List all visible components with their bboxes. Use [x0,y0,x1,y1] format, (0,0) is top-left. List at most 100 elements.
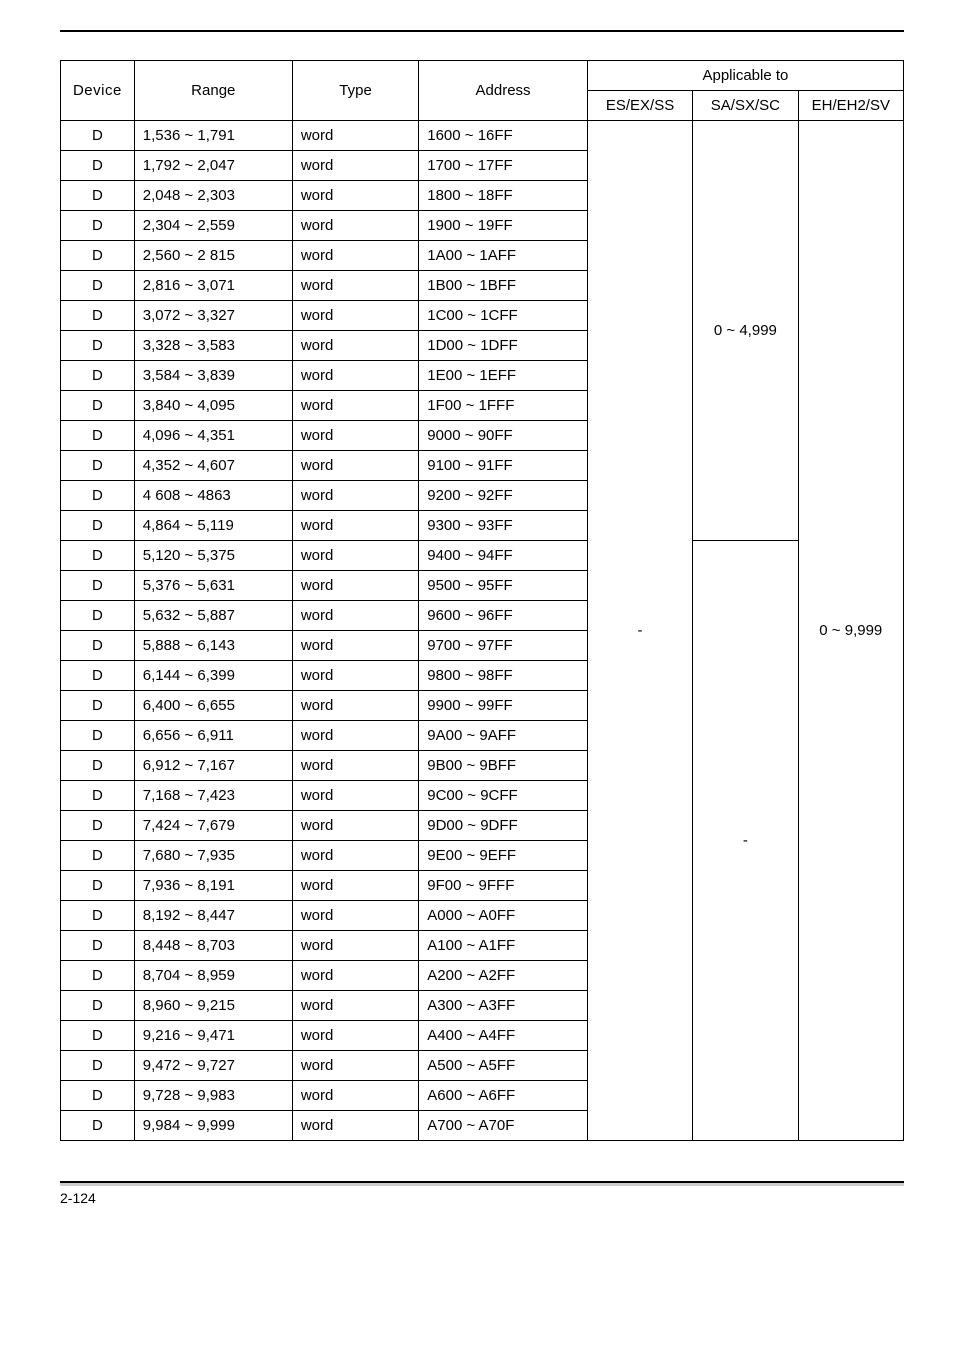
cell-type: word [292,301,418,331]
cell-type: word [292,511,418,541]
cell-address: 9800 ~ 98FF [419,661,588,691]
cell-range: 1,792 ~ 2,047 [134,151,292,181]
cell-address: 9900 ~ 99FF [419,691,588,721]
cell-address: 9D00 ~ 9DFF [419,811,588,841]
cell-address: 9C00 ~ 9CFF [419,781,588,811]
cell-type: word [292,541,418,571]
cell-eh-merged: 0 ~ 9,999 [798,121,903,1141]
cell-type: word [292,991,418,1021]
cell-address: A500 ~ A5FF [419,1051,588,1081]
table-row: D5,120 ~ 5,375word9400 ~ 94FF- [61,541,904,571]
cell-range: 6,144 ~ 6,399 [134,661,292,691]
cell-range: 2,048 ~ 2,303 [134,181,292,211]
cell-range: 7,424 ~ 7,679 [134,811,292,841]
cell-type: word [292,871,418,901]
cell-device: D [61,961,135,991]
cell-range: 3,072 ~ 3,327 [134,301,292,331]
cell-range: 7,936 ~ 8,191 [134,871,292,901]
cell-type: word [292,1081,418,1111]
cell-address: 1F00 ~ 1FFF [419,391,588,421]
cell-range: 3,840 ~ 4,095 [134,391,292,421]
cell-range: 8,960 ~ 9,215 [134,991,292,1021]
cell-address: 9A00 ~ 9AFF [419,721,588,751]
cell-device: D [61,931,135,961]
cell-device: D [61,541,135,571]
header-range: Range [134,61,292,121]
cell-type: word [292,961,418,991]
cell-device: D [61,811,135,841]
top-rule [60,30,904,32]
cell-device: D [61,781,135,811]
footer-shadow [60,1183,904,1186]
cell-device: D [61,1051,135,1081]
cell-device: D [61,511,135,541]
cell-type: word [292,451,418,481]
cell-address: A700 ~ A70F [419,1111,588,1141]
cell-type: word [292,481,418,511]
cell-device: D [61,571,135,601]
cell-device: D [61,421,135,451]
cell-range: 9,216 ~ 9,471 [134,1021,292,1051]
cell-type: word [292,901,418,931]
cell-range: 5,888 ~ 6,143 [134,631,292,661]
cell-address: 1C00 ~ 1CFF [419,301,588,331]
cell-address: 1D00 ~ 1DFF [419,331,588,361]
cell-type: word [292,181,418,211]
cell-address: A600 ~ A6FF [419,1081,588,1111]
cell-device: D [61,211,135,241]
cell-device: D [61,871,135,901]
cell-device: D [61,1021,135,1051]
cell-device: D [61,241,135,271]
cell-range: 7,680 ~ 7,935 [134,841,292,871]
cell-type: word [292,781,418,811]
cell-address: 9F00 ~ 9FFF [419,871,588,901]
cell-device: D [61,451,135,481]
cell-type: word [292,691,418,721]
cell-type: word [292,721,418,751]
cell-type: word [292,271,418,301]
header-address: Address [419,61,588,121]
cell-device: D [61,841,135,871]
cell-address: 9100 ~ 91FF [419,451,588,481]
cell-device: D [61,631,135,661]
cell-device: D [61,301,135,331]
cell-address: 9B00 ~ 9BFF [419,751,588,781]
cell-device: D [61,991,135,1021]
cell-range: 3,328 ~ 3,583 [134,331,292,361]
footer: 2-124 [60,1181,904,1206]
cell-range: 4,096 ~ 4,351 [134,421,292,451]
cell-address: 1B00 ~ 1BFF [419,271,588,301]
cell-type: word [292,751,418,781]
cell-device: D [61,391,135,421]
cell-range: 4 608 ~ 4863 [134,481,292,511]
cell-range: 8,448 ~ 8,703 [134,931,292,961]
cell-address: 1600 ~ 16FF [419,121,588,151]
cell-type: word [292,241,418,271]
cell-type: word [292,151,418,181]
header-applicable-to: Applicable to [587,61,903,91]
cell-address: A100 ~ A1FF [419,931,588,961]
cell-type: word [292,661,418,691]
cell-address: 9300 ~ 93FF [419,511,588,541]
header-sa: SA/SX/SC [693,91,798,121]
cell-type: word [292,421,418,451]
cell-range: 2,560 ~ 2 815 [134,241,292,271]
cell-device: D [61,361,135,391]
cell-range: 9,472 ~ 9,727 [134,1051,292,1081]
cell-type: word [292,211,418,241]
cell-device: D [61,901,135,931]
cell-address: A300 ~ A3FF [419,991,588,1021]
table-row: D1,536 ~ 1,791word1600 ~ 16FF-0 ~ 4,9990… [61,121,904,151]
cell-range: 6,656 ~ 6,911 [134,721,292,751]
cell-address: 1700 ~ 17FF [419,151,588,181]
cell-range: 6,400 ~ 6,655 [134,691,292,721]
cell-range: 1,536 ~ 1,791 [134,121,292,151]
cell-address: 1800 ~ 18FF [419,181,588,211]
table-body: D1,536 ~ 1,791word1600 ~ 16FF-0 ~ 4,9990… [61,121,904,1141]
cell-range: 9,984 ~ 9,999 [134,1111,292,1141]
cell-address: A200 ~ A2FF [419,961,588,991]
cell-device: D [61,601,135,631]
cell-type: word [292,1021,418,1051]
cell-device: D [61,1081,135,1111]
cell-range: 4,864 ~ 5,119 [134,511,292,541]
